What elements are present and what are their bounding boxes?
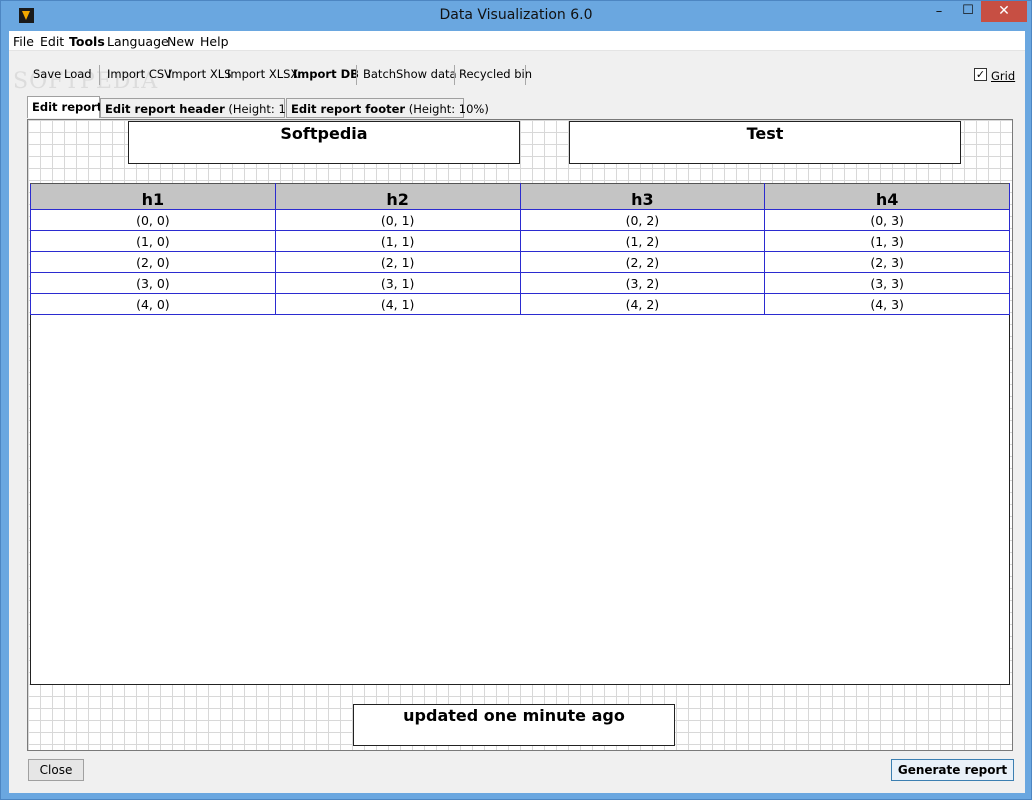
table-cell[interactable]: (2, 3) [764, 251, 1010, 273]
table-cell[interactable]: (4, 2) [519, 293, 766, 315]
table-row: (1, 0) (1, 1) (1, 2) (1, 3) [30, 230, 1010, 252]
table-cell[interactable]: (0, 2) [519, 209, 766, 231]
table-cell[interactable]: (3, 0) [30, 272, 276, 294]
app-window: Data Visualization 6.0 – ☐ ✕ File Edit T… [0, 0, 1032, 800]
report-canvas[interactable]: Softpedia Test h1 h2 h3 h4 (0, 0) (0, 1) [27, 119, 1013, 751]
toolbar: SOFTPEDIA Save Load Import CSV Import XL… [9, 61, 1025, 94]
tab-note: (Height: 10%) [405, 102, 489, 116]
column-header[interactable]: h1 [30, 183, 276, 210]
toolbar-separator [525, 65, 526, 85]
load-button[interactable]: Load [64, 67, 92, 81]
table-cell[interactable]: (3, 3) [764, 272, 1010, 294]
table-cell[interactable]: (0, 0) [30, 209, 276, 231]
column-header[interactable]: h2 [274, 183, 521, 210]
table-cell[interactable]: (1, 2) [519, 230, 766, 252]
generate-report-button[interactable]: Generate report [891, 759, 1014, 781]
import-db-button[interactable]: Import DB [293, 67, 359, 81]
import-csv-button[interactable]: Import CSV [107, 67, 172, 81]
table-cell[interactable]: (3, 2) [519, 272, 766, 294]
menu-file[interactable]: File [13, 34, 34, 49]
recycled-bin-button[interactable]: Recycled bin [459, 67, 532, 81]
table-cell[interactable]: (1, 0) [30, 230, 276, 252]
tab-label: Edit report footer [291, 102, 406, 116]
table-cell[interactable]: (4, 3) [764, 293, 1010, 315]
tab-edit-report[interactable]: Edit report [27, 96, 103, 118]
minimize-button[interactable]: – [925, 4, 953, 26]
grid-label[interactable]: Grid [991, 69, 1015, 83]
toolbar-separator [454, 65, 455, 85]
tab-label: Edit report header [105, 102, 225, 116]
tab-label: Edit report [32, 100, 103, 114]
maximize-button[interactable]: ☐ [955, 3, 981, 25]
menu-tools[interactable]: Tools [69, 34, 105, 49]
report-header-left-box[interactable]: Softpedia [128, 121, 520, 164]
batch-button[interactable]: Batch [363, 67, 396, 81]
menu-language[interactable]: Language [107, 34, 169, 49]
table-cell[interactable]: (2, 0) [30, 251, 276, 273]
report-footer-box[interactable]: updated one minute ago [353, 704, 675, 746]
table-cell[interactable]: (0, 1) [274, 209, 521, 231]
close-button[interactable]: Close [28, 759, 84, 781]
table-cell[interactable]: (3, 1) [274, 272, 521, 294]
import-xls-button[interactable]: Import XLS [168, 67, 231, 81]
column-header[interactable]: h4 [764, 183, 1010, 210]
toolbar-separator [99, 65, 100, 85]
table-header-row: h1 h2 h3 h4 [30, 183, 1010, 210]
table-cell[interactable]: (4, 0) [30, 293, 276, 315]
table-cell[interactable]: (1, 3) [764, 230, 1010, 252]
show-data-button[interactable]: Show data [396, 67, 457, 81]
menu-new[interactable]: New [167, 34, 194, 49]
table-row: (3, 0) (3, 1) (3, 2) (3, 3) [30, 272, 1010, 294]
table-cell[interactable]: (4, 1) [274, 293, 521, 315]
grid-checkbox[interactable]: ✓ [974, 68, 987, 81]
table-cell[interactable]: (0, 3) [764, 209, 1010, 231]
menu-edit[interactable]: Edit [40, 34, 64, 49]
table-row: (0, 0) (0, 1) (0, 2) (0, 3) [30, 209, 1010, 231]
tab-edit-report-header[interactable]: Edit report header (Height: 10%) [100, 98, 309, 118]
close-window-button[interactable]: ✕ [981, 1, 1027, 22]
table-cell[interactable]: (1, 1) [274, 230, 521, 252]
report-table[interactable]: h1 h2 h3 h4 (0, 0) (0, 1) (0, 2) (0, 3) … [30, 183, 1010, 315]
menu-bar: File Edit Tools Language New Help [9, 31, 1025, 51]
column-header[interactable]: h3 [519, 183, 766, 210]
client-area: File Edit Tools Language New Help SOFTPE… [9, 31, 1025, 793]
table-cell[interactable]: (2, 1) [274, 251, 521, 273]
import-xlsx-button[interactable]: Import XLSX [227, 67, 298, 81]
toolbar-separator [356, 65, 357, 85]
table-row: (2, 0) (2, 1) (2, 2) (2, 3) [30, 251, 1010, 273]
save-button[interactable]: Save [33, 67, 61, 81]
tab-edit-report-footer[interactable]: Edit report footer (Height: 10%) [286, 98, 489, 118]
table-cell[interactable]: (2, 2) [519, 251, 766, 273]
report-header-right-box[interactable]: Test [569, 121, 961, 164]
menu-help[interactable]: Help [200, 34, 229, 49]
title-bar[interactable]: Data Visualization 6.0 – ☐ ✕ [1, 1, 1031, 31]
table-row: (4, 0) (4, 1) (4, 2) (4, 3) [30, 293, 1010, 315]
window-title: Data Visualization 6.0 [439, 7, 593, 23]
